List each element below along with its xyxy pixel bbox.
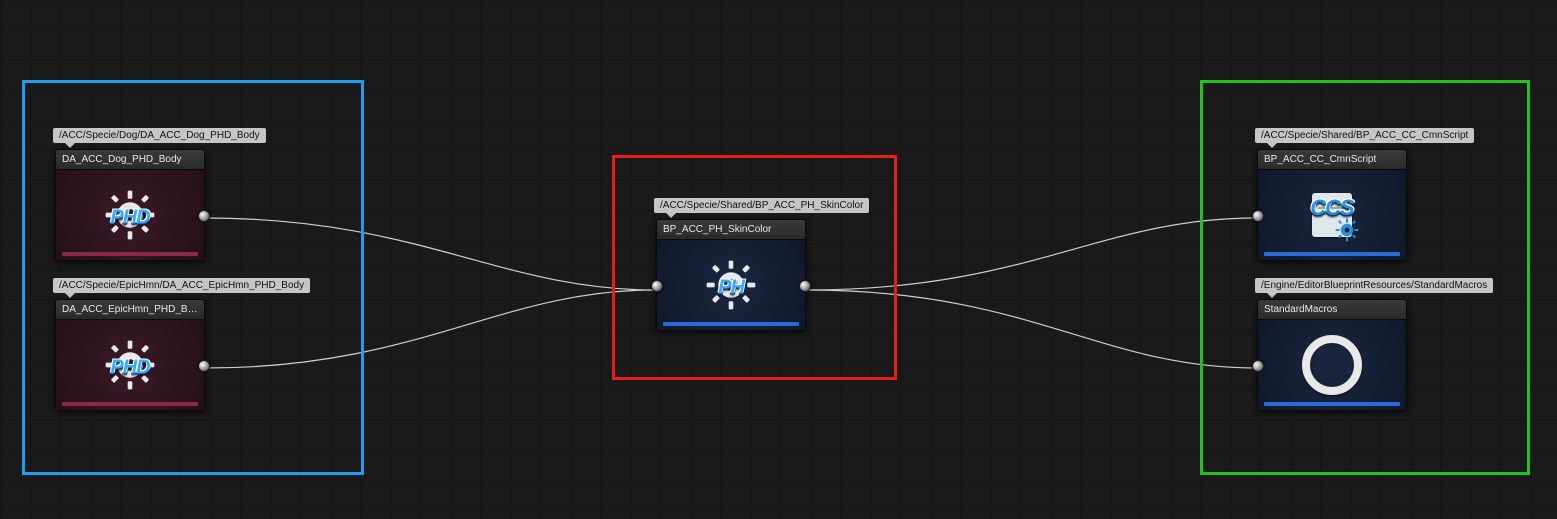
input-pin[interactable] (1252, 210, 1264, 222)
graph-node-da-acc-epichmn-phd-body[interactable]: /ACC/Specie/EpicHmn/DA_ACC_EpicHmn_PHD_B… (55, 278, 205, 411)
node-thumbnail: PH (657, 240, 805, 330)
gear-icon: PHD (101, 336, 159, 394)
thumb-underline (1264, 252, 1400, 256)
badge-label: PH (718, 276, 744, 299)
node-path-tooltip: /ACC/Specie/Shared/BP_ACC_CC_CmnScript (1255, 128, 1474, 143)
script-icon: CCS (1302, 185, 1362, 245)
input-pin[interactable] (651, 280, 663, 292)
node-card[interactable]: DA_ACC_Dog_PHD_Body PHD (55, 149, 205, 261)
node-path-tooltip: /ACC/Specie/EpicHmn/DA_ACC_EpicHmn_PHD_B… (53, 278, 310, 293)
node-path-tooltip: /ACC/Specie/Shared/BP_ACC_PH_SkinColor (654, 198, 869, 213)
badge-label: PHD (110, 356, 149, 379)
output-pin[interactable] (799, 280, 811, 292)
graph-node-da-acc-dog-phd-body[interactable]: /ACC/Specie/Dog/DA_ACC_Dog_PHD_Body DA_A… (55, 128, 205, 261)
node-path-tooltip: /Engine/EditorBlueprintResources/Standar… (1255, 278, 1493, 293)
node-path-tooltip: /ACC/Specie/Dog/DA_ACC_Dog_PHD_Body (53, 128, 266, 143)
badge-label: PHD (110, 206, 149, 229)
output-pin[interactable] (198, 360, 210, 372)
gear-icon: PH (702, 256, 760, 314)
node-card[interactable]: BP_ACC_CC_CmnScript CCS (1257, 149, 1407, 261)
node-card[interactable]: StandardMacros (1257, 299, 1407, 411)
graph-node-bp-acc-ph-skincolor[interactable]: /ACC/Specie/Shared/BP_ACC_PH_SkinColor B… (656, 198, 806, 331)
input-pin[interactable] (1252, 360, 1264, 372)
node-thumbnail: PHD (56, 320, 204, 410)
node-title: StandardMacros (1258, 300, 1406, 320)
ring-icon (1302, 335, 1362, 395)
node-title: DA_ACC_Dog_PHD_Body (56, 150, 204, 170)
thumb-underline (62, 402, 198, 406)
node-thumbnail: CCS (1258, 170, 1406, 260)
node-title: BP_ACC_CC_CmnScript (1258, 150, 1406, 170)
graph-node-bp-acc-cc-cmnscript[interactable]: /ACC/Specie/Shared/BP_ACC_CC_CmnScript B… (1257, 128, 1407, 261)
node-card[interactable]: DA_ACC_EpicHmn_PHD_Body PHD (55, 299, 205, 411)
gear-icon: PHD (101, 186, 159, 244)
thumb-underline (62, 252, 198, 256)
graph-canvas[interactable]: /ACC/Specie/Dog/DA_ACC_Dog_PHD_Body DA_A… (0, 0, 1557, 519)
node-thumbnail: PHD (56, 170, 204, 260)
thumb-underline (663, 322, 799, 326)
output-pin[interactable] (198, 210, 210, 222)
thumb-underline (1264, 402, 1400, 406)
node-card[interactable]: BP_ACC_PH_SkinColor PH (656, 219, 806, 331)
badge-label: CCS (1310, 195, 1353, 221)
node-title: DA_ACC_EpicHmn_PHD_Body (56, 300, 204, 320)
node-thumbnail (1258, 320, 1406, 410)
graph-node-standardmacros[interactable]: /Engine/EditorBlueprintResources/Standar… (1257, 278, 1407, 411)
node-title: BP_ACC_PH_SkinColor (657, 220, 805, 240)
